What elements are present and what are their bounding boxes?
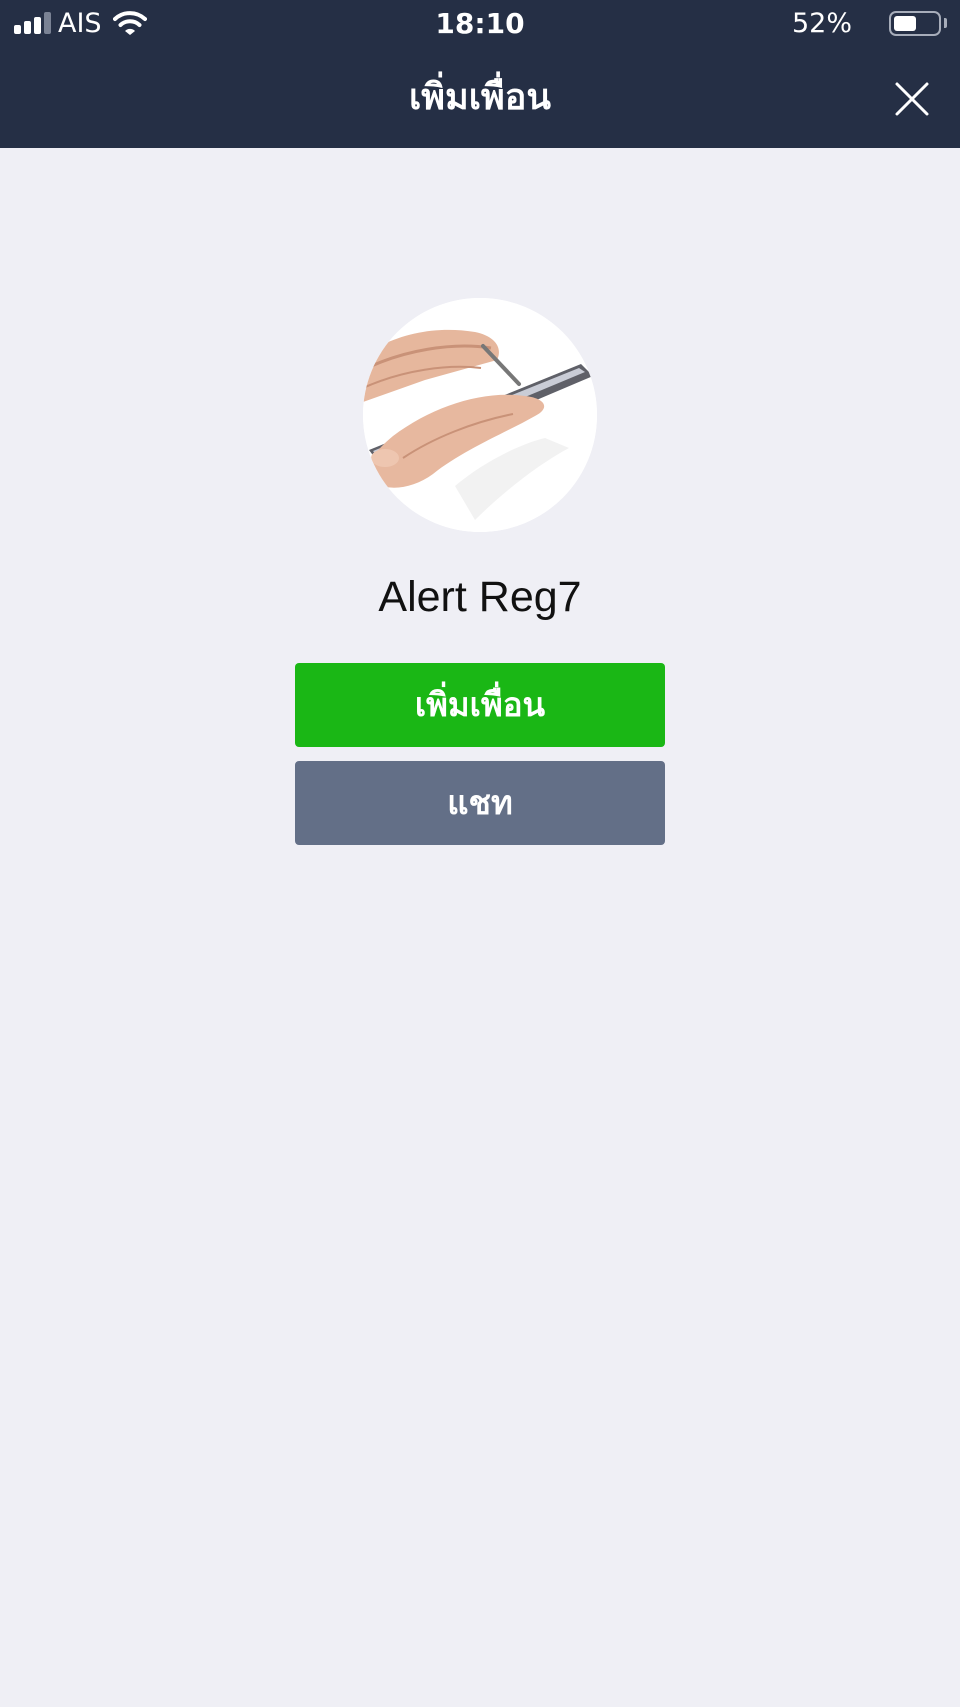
carrier-name: AIS	[58, 8, 102, 39]
battery-icon	[889, 11, 941, 36]
battery-tip	[944, 18, 947, 28]
battery-level-fill	[894, 16, 916, 31]
battery-percent: 52%	[791, 8, 852, 39]
page-title: เพิ่มเพื่อน	[408, 77, 552, 118]
close-icon[interactable]	[890, 77, 934, 121]
chat-button[interactable]: แชท	[295, 761, 665, 845]
top-bar: AIS 18:10 52% เพิ่มเพื่อน	[0, 0, 960, 148]
status-time: 18:10	[435, 7, 525, 40]
wifi-icon	[113, 11, 147, 35]
status-bar: AIS 18:10 52%	[0, 0, 960, 48]
avatar	[363, 298, 597, 532]
profile-name: Alert Reg7	[378, 573, 582, 621]
cellular-signal-icon	[14, 12, 52, 34]
add-friend-button[interactable]: เพิ่มเพื่อน	[295, 663, 665, 747]
hand-with-tablet-image	[363, 298, 597, 532]
